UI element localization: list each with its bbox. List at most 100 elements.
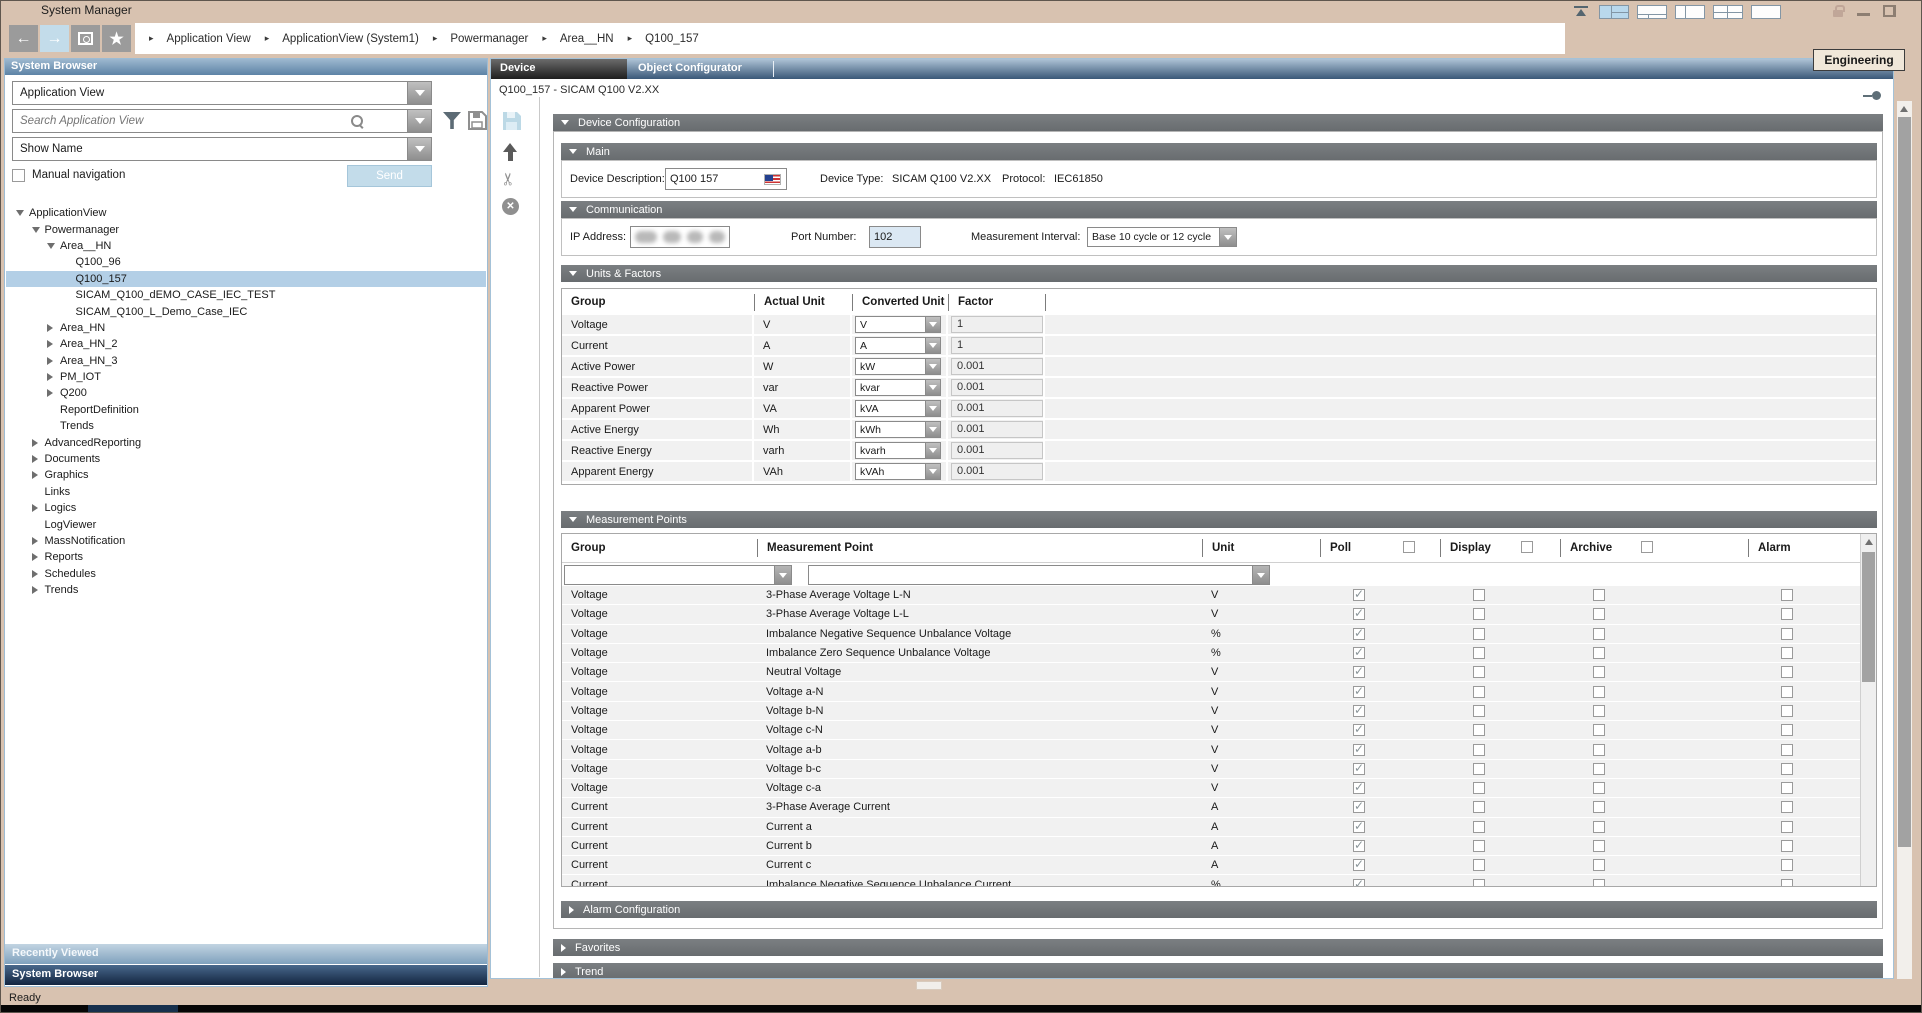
measurement-point-row[interactable]: VoltageVoltage a-NV xyxy=(562,682,1862,701)
display-checkbox[interactable] xyxy=(1473,608,1485,620)
layout-single-icon[interactable] xyxy=(1751,5,1781,19)
tree-item[interactable]: SICAM_Q100_dEMO_CASE_IEC_TEST xyxy=(6,287,486,303)
archive-checkbox[interactable] xyxy=(1593,589,1605,601)
layout-bottom-panel-icon[interactable] xyxy=(1637,5,1667,19)
archive-checkbox[interactable] xyxy=(1593,821,1605,833)
measurement-points-scrollbar[interactable] xyxy=(1860,534,1876,887)
main-horizontal-scrollbar-thumb[interactable] xyxy=(916,981,942,990)
tree-expand-icon[interactable] xyxy=(32,439,45,447)
tree-item[interactable]: Documents xyxy=(6,451,486,467)
alarm-checkbox[interactable] xyxy=(1781,821,1793,833)
recently-viewed-bar[interactable]: Recently Viewed xyxy=(5,944,487,964)
tree-item[interactable]: Links xyxy=(6,484,486,500)
display-checkbox[interactable] xyxy=(1473,859,1485,871)
archive-checkbox[interactable] xyxy=(1593,628,1605,640)
chevron-down-icon[interactable] xyxy=(407,82,431,104)
tree-item[interactable]: Q100_96 xyxy=(6,254,486,270)
alarm-checkbox[interactable] xyxy=(1781,628,1793,640)
tree-item[interactable]: MassNotification xyxy=(6,533,486,549)
measurement-point-row[interactable]: VoltageImbalance Negative Sequence Unbal… xyxy=(562,625,1862,644)
chevron-down-icon[interactable] xyxy=(925,317,940,332)
scroll-up-icon[interactable] xyxy=(1900,106,1908,112)
chevron-down-icon[interactable] xyxy=(1219,228,1236,246)
poll-checkbox[interactable] xyxy=(1353,801,1365,813)
alarm-checkbox[interactable] xyxy=(1781,840,1793,852)
tree-expand-icon[interactable] xyxy=(47,357,60,365)
tree-expand-icon[interactable] xyxy=(32,455,45,463)
tree-item[interactable]: Trends xyxy=(6,418,486,434)
cut-icon[interactable]: ✂ xyxy=(499,172,519,186)
display-checkbox[interactable] xyxy=(1473,763,1485,775)
alarm-checkbox[interactable] xyxy=(1781,879,1793,887)
alarm-checkbox[interactable] xyxy=(1781,647,1793,659)
tab-device[interactable]: Device xyxy=(491,59,627,79)
tree-expand-icon[interactable] xyxy=(47,373,60,381)
converted-unit-dropdown[interactable]: kW xyxy=(855,358,941,375)
history-button[interactable] xyxy=(71,25,100,52)
archive-checkbox[interactable] xyxy=(1593,666,1605,678)
poll-checkbox[interactable] xyxy=(1353,840,1365,852)
display-checkbox[interactable] xyxy=(1473,744,1485,756)
tree-expand-icon[interactable] xyxy=(47,340,60,348)
measurement-point-row[interactable]: VoltageVoltage b-NV xyxy=(562,702,1862,721)
forward-button[interactable]: → xyxy=(40,25,69,52)
poll-checkbox[interactable] xyxy=(1353,686,1365,698)
tree-item[interactable]: Graphics xyxy=(6,467,486,483)
tree-item[interactable]: ReportDefinition xyxy=(6,402,486,418)
alarm-checkbox[interactable] xyxy=(1781,666,1793,678)
converted-unit-dropdown[interactable]: kWh xyxy=(855,421,941,438)
archive-checkbox[interactable] xyxy=(1593,705,1605,717)
chevron-down-icon[interactable] xyxy=(925,464,940,479)
converted-unit-dropdown[interactable]: kVA xyxy=(855,400,941,417)
measurement-point-row[interactable]: VoltageVoltage c-NV xyxy=(562,721,1862,740)
lock-icon[interactable] xyxy=(1833,10,1843,17)
tree-item[interactable]: Schedules xyxy=(6,566,486,582)
search-input[interactable] xyxy=(13,115,313,127)
alarm-checkbox[interactable] xyxy=(1781,801,1793,813)
section-main[interactable]: Main xyxy=(561,143,1877,160)
section-communication[interactable]: Communication xyxy=(561,201,1877,218)
poll-checkbox[interactable] xyxy=(1353,628,1365,640)
display-checkbox[interactable] xyxy=(1473,647,1485,659)
alarm-checkbox[interactable] xyxy=(1781,859,1793,871)
archive-checkbox[interactable] xyxy=(1593,763,1605,775)
chevron-down-icon[interactable] xyxy=(1252,566,1269,584)
view-selector-dropdown[interactable]: Application View xyxy=(12,81,432,105)
measurement-point-row[interactable]: Voltage3-Phase Average Voltage L-NV xyxy=(562,586,1862,605)
alarm-checkbox[interactable] xyxy=(1781,724,1793,736)
archive-checkbox[interactable] xyxy=(1593,686,1605,698)
section-trend[interactable]: Trend xyxy=(553,963,1883,979)
chevron-down-icon[interactable] xyxy=(925,380,940,395)
display-checkbox[interactable] xyxy=(1473,589,1485,601)
archive-checkbox[interactable] xyxy=(1593,608,1605,620)
layout-left-panel-icon[interactable] xyxy=(1675,5,1705,19)
chevron-down-icon[interactable] xyxy=(925,443,940,458)
tree-expand-icon[interactable] xyxy=(32,586,45,594)
display-checkbox[interactable] xyxy=(1473,840,1485,852)
tree-item[interactable]: PM_IOT xyxy=(6,369,486,385)
group-filter-dropdown[interactable] xyxy=(564,565,792,585)
tree-expand-icon[interactable] xyxy=(32,537,45,545)
tree-item[interactable]: Area__HN xyxy=(6,238,486,254)
breadcrumb-item[interactable]: Area__HN xyxy=(560,33,614,45)
tree-item[interactable]: AdvancedReporting xyxy=(6,434,486,450)
converted-unit-dropdown[interactable]: V xyxy=(855,316,941,333)
chevron-down-icon[interactable] xyxy=(925,401,940,416)
scroll-up-icon[interactable] xyxy=(1865,539,1873,545)
tree-item-selected[interactable]: Q100_157 xyxy=(6,271,486,287)
measurement-point-row[interactable]: CurrentImbalance Negative Sequence Unbal… xyxy=(562,875,1862,887)
alarm-checkbox[interactable] xyxy=(1781,782,1793,794)
back-button[interactable]: ← xyxy=(9,25,38,52)
measurement-interval-dropdown[interactable]: Base 10 cycle or 12 cycle xyxy=(1087,227,1237,247)
search-field[interactable] xyxy=(12,109,432,133)
archive-checkbox[interactable] xyxy=(1593,801,1605,813)
tree-item[interactable]: LogViewer xyxy=(6,516,486,532)
manual-navigation-checkbox[interactable] xyxy=(12,169,25,182)
breadcrumb-item[interactable]: Powermanager xyxy=(450,33,528,45)
section-units-factors[interactable]: Units & Factors xyxy=(561,265,1877,282)
tree-item[interactable]: Area_HN xyxy=(6,320,486,336)
display-checkbox[interactable] xyxy=(1473,705,1485,717)
tree-expand-icon[interactable] xyxy=(32,471,45,479)
alarm-checkbox[interactable] xyxy=(1781,608,1793,620)
archive-checkbox[interactable] xyxy=(1593,859,1605,871)
